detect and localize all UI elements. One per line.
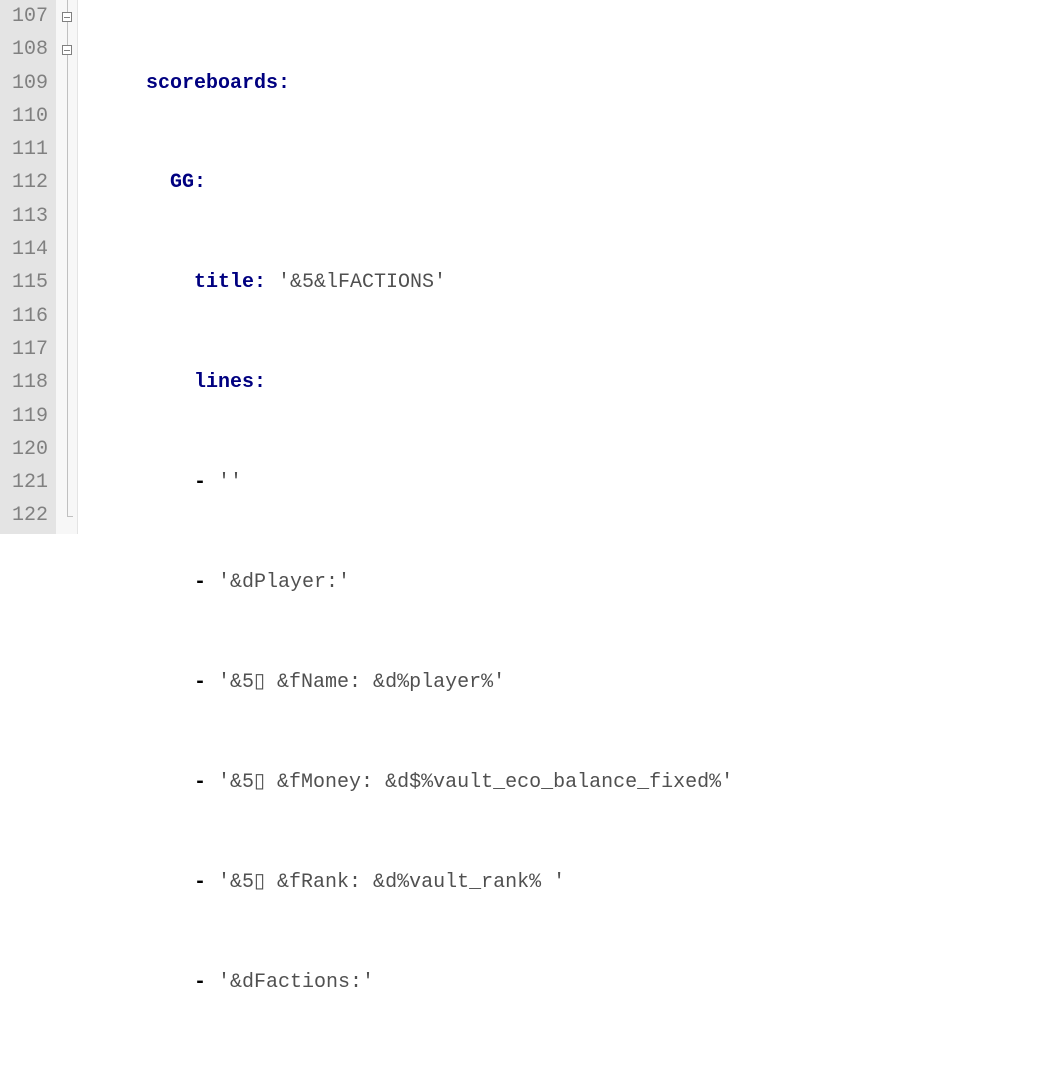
line-number: 122 — [0, 499, 48, 532]
yaml-value: '&5▯ &fRank: &d%vault_rank% ' — [218, 871, 565, 894]
line-number: 118 — [0, 366, 48, 399]
yaml-dash: - — [194, 471, 218, 494]
code-line: - '&5▯ &fRank: &d%vault_rank% ' — [98, 866, 1038, 899]
yaml-key: title: — [194, 271, 266, 294]
code-line: - '&dFactions:' — [98, 966, 1038, 999]
yaml-value: '' — [218, 471, 242, 494]
line-number: 117 — [0, 333, 48, 366]
yaml-dash: - — [194, 671, 218, 694]
yaml-value: '&5▯ &fName: &d%player%' — [218, 671, 505, 694]
yaml-key: GG: — [170, 171, 206, 194]
yaml-dash: - — [194, 571, 218, 594]
code-editor[interactable]: scoreboards: GG: title: '&5&lFACTIONS' l… — [78, 0, 1038, 534]
line-number: 115 — [0, 266, 48, 299]
line-number: 112 — [0, 166, 48, 199]
fold-toggle-icon[interactable] — [62, 45, 72, 55]
line-number: 116 — [0, 300, 48, 333]
yaml-dash: - — [194, 971, 218, 994]
line-number: 119 — [0, 400, 48, 433]
line-number: 109 — [0, 67, 48, 100]
fold-column — [56, 0, 78, 534]
yaml-key: scoreboards: — [146, 72, 290, 95]
code-line: scoreboards: — [98, 67, 1038, 100]
line-number-gutter: 107 108 109 110 111 112 113 114 115 116 … — [0, 0, 56, 534]
code-line: - '&5▯ &fMoney: &d$%vault_eco_balance_fi… — [98, 766, 1038, 799]
line-number: 108 — [0, 33, 48, 66]
line-number: 113 — [0, 200, 48, 233]
code-line: - '&5▯ &fName: &d%factionsuuid_faction_n… — [98, 1066, 1038, 1068]
line-number: 120 — [0, 433, 48, 466]
code-line: lines: — [98, 366, 1038, 399]
code-line: - '&dPlayer:' — [98, 566, 1038, 599]
yaml-value: '&5&lFACTIONS' — [266, 271, 446, 294]
code-line: - '&5▯ &fName: &d%player%' — [98, 666, 1038, 699]
line-number: 107 — [0, 0, 48, 33]
yaml-key: lines: — [194, 371, 266, 394]
yaml-dash: - — [194, 871, 218, 894]
code-line: - '' — [98, 466, 1038, 499]
yaml-value: '&5▯ &fMoney: &d$%vault_eco_balance_fixe… — [218, 771, 733, 794]
line-number: 114 — [0, 233, 48, 266]
line-number: 121 — [0, 466, 48, 499]
yaml-dash: - — [194, 771, 218, 794]
code-line: title: '&5&lFACTIONS' — [98, 266, 1038, 299]
yaml-value: '&dFactions:' — [218, 971, 374, 994]
line-number: 111 — [0, 133, 48, 166]
code-line: GG: — [98, 166, 1038, 199]
yaml-value: '&dPlayer:' — [218, 571, 350, 594]
fold-toggle-icon[interactable] — [62, 12, 72, 22]
line-number: 110 — [0, 100, 48, 133]
